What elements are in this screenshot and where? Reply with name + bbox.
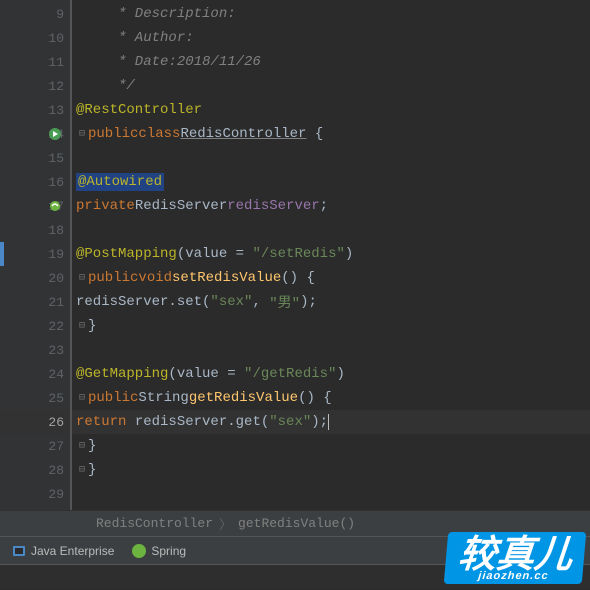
breadcrumb-class[interactable]: RedisController <box>96 516 213 531</box>
line-number: 22 <box>40 319 64 334</box>
spring-icon <box>132 544 146 558</box>
fold-icon[interactable]: ⊟ <box>76 272 88 284</box>
line-number: 16 <box>40 175 64 190</box>
comment: * Description: <box>76 6 236 22</box>
line-number: 28 <box>40 463 64 478</box>
line-number: 15 <box>40 151 64 166</box>
fold-icon[interactable]: ⊟ <box>76 128 88 140</box>
method-name: setRedisValue <box>172 270 281 286</box>
line-number: 27 <box>40 439 64 454</box>
breadcrumb-method[interactable]: getRedisValue() <box>238 516 355 531</box>
comment: */ <box>76 78 135 94</box>
chevron-right-icon: 〉 <box>219 514 232 533</box>
editor-pane: 9 10 11 12 13 14 15 16 17 18 19 20 21 22… <box>0 0 590 510</box>
comment: * Author: <box>76 30 194 46</box>
caret <box>328 414 329 430</box>
line-number: 29 <box>40 487 64 502</box>
method-name: getRedisValue <box>189 390 298 406</box>
line-number: 24 <box>40 367 64 382</box>
line-number: 21 <box>40 295 64 310</box>
line-number: 9 <box>40 7 64 22</box>
annotation: @RestController <box>76 102 202 118</box>
line-number: 10 <box>40 31 64 46</box>
fold-icon[interactable]: ⊟ <box>76 392 88 404</box>
fold-icon[interactable]: ⊟ <box>76 440 88 452</box>
line-number: 23 <box>40 343 64 358</box>
java-icon <box>12 544 26 558</box>
annotation-autowired: @Autowired <box>76 173 164 191</box>
line-number: 26 <box>40 415 64 430</box>
line-number: 20 <box>40 271 64 286</box>
line-number: 11 <box>40 55 64 70</box>
fold-icon[interactable]: ⊟ <box>76 320 88 332</box>
comment: * Date:2018/11/26 <box>76 54 261 70</box>
line-number: 25 <box>40 391 64 406</box>
change-marker <box>0 242 4 266</box>
line-number: 18 <box>40 223 64 238</box>
line-number: 19 <box>40 247 64 262</box>
gutter: 9 10 11 12 13 14 15 16 17 18 19 20 21 22… <box>0 0 72 510</box>
line-number: 12 <box>40 79 64 94</box>
line-number: 13 <box>40 103 64 118</box>
toolwin-spring[interactable]: Spring <box>132 544 186 558</box>
watermark: 较真儿 jiaozhen.cc <box>444 532 587 584</box>
run-gutter-icon[interactable] <box>48 127 62 141</box>
fold-icon[interactable]: ⊟ <box>76 464 88 476</box>
bean-gutter-icon[interactable] <box>48 199 62 213</box>
code-area[interactable]: * Description: * Author: * Date:2018/11/… <box>72 0 590 510</box>
class-name: RedisController <box>180 126 306 142</box>
toolwin-java-enterprise[interactable]: Java Enterprise <box>12 544 114 558</box>
